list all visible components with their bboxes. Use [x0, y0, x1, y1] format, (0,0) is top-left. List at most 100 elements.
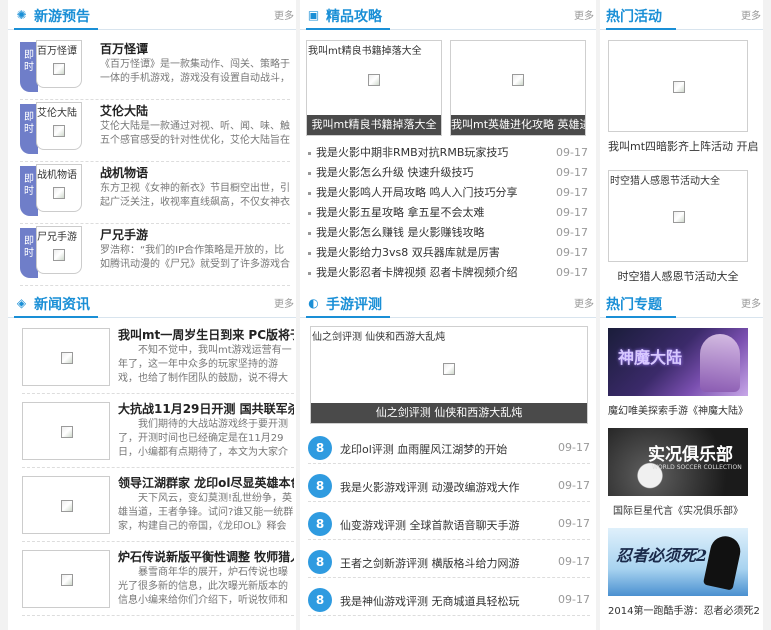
review-link[interactable]: 王者之剑新游评测 横版格斗给力网游	[340, 555, 520, 571]
review-row[interactable]: 8 仙变游戏评测 全球首款语音聊天手游 09-17	[308, 510, 590, 540]
review-link[interactable]: 我是神仙游戏评测 无商城道具轻松玩	[340, 593, 520, 609]
news-title[interactable]: 领导江湖群家 龙印ol尽显英雄本色	[118, 474, 294, 491]
activities-header: 热门活动 更多	[600, 0, 763, 30]
game-title[interactable]: 艾伦大陆	[100, 102, 148, 119]
more-link[interactable]: 更多	[274, 7, 294, 22]
more-link[interactable]: 更多	[574, 295, 594, 310]
game-thumbnail[interactable]: 百万怪谭	[36, 40, 82, 88]
title-underline	[14, 28, 98, 30]
list-item[interactable]: 大抗战11月29日开测 国共联军杀鬼 我们期待的大战站游戏终于要开测了，开测时间…	[22, 398, 294, 468]
guide-row[interactable]: 我是火影怎么升级 快速升级技巧 09-17	[308, 163, 588, 183]
news-thumbnail[interactable]	[22, 402, 110, 460]
guide-link[interactable]: 我是火影怎么升级 快速升级技巧	[316, 163, 474, 183]
review-link[interactable]: 我是火影游戏评测 动漫改编游戏大作	[340, 479, 520, 495]
reviews-section: ◐ 手游评测 更多	[300, 288, 596, 318]
topic-card[interactable]: 忍者必须死2 2014第一跑酷手游：忍者必须死2	[608, 528, 760, 617]
activity-image[interactable]	[608, 40, 748, 132]
news-title[interactable]: 我叫mt一周岁生日到来 PC版将于12	[118, 326, 294, 343]
news-thumbnail[interactable]	[22, 476, 110, 534]
list-item[interactable]: 即时 战机物语 战机物语 东方卫视《女神的新衣》节目橱空出世，引起广泛关注，收视…	[20, 162, 290, 224]
news-description: 天下风云，变幻莫测!乱世纷争，英雄当道，王者争锋。试问?谁又能一统群家，构建自己…	[118, 493, 294, 532]
review-row[interactable]: 8 龙印ol评测 血雨腥风江湖梦的开始 09-17	[308, 434, 590, 464]
banner-title: 实况俱乐部	[648, 445, 733, 464]
broken-image-icon	[443, 363, 455, 375]
sun-icon: ✺	[16, 8, 27, 22]
topic-banner[interactable]: 神魔大陆	[608, 328, 748, 396]
topic-caption[interactable]: 2014第一跑酷手游：忍者必须死2	[608, 602, 760, 617]
score-badge-icon: 8	[308, 550, 332, 574]
ninja-art	[702, 533, 744, 591]
left-column: ✺ 新游预告 更多 即时 百万怪谭 百万怪谭 《百万怪谭》是一款集动作、闯关、策…	[8, 0, 296, 630]
more-link[interactable]: 更多	[574, 7, 594, 22]
review-row[interactable]: 8 王者之剑新游评测 横版格斗给力网游 09-17	[308, 548, 590, 578]
activity-caption[interactable]: 时空猎人感恩节活动大全	[608, 268, 748, 284]
featured-guide-card[interactable]: 我叫mt英雄进化攻略 英雄进化详	[450, 40, 586, 136]
guide-link[interactable]: 我是火影中期非RMB对抗RMB玩家技巧	[316, 143, 508, 163]
game-description: 罗浩称：“我们的IP合作策略是开放的，比如腾讯动漫的《尸兄》就受到了许多游戏合	[100, 245, 290, 270]
game-title[interactable]: 百万怪谭	[100, 40, 148, 57]
section-title: 新游预告	[34, 9, 90, 25]
news-title[interactable]: 炉石传说新版平衡性调整 牧师猎人遭	[118, 548, 294, 565]
activities-section: 热门活动 更多	[600, 0, 763, 30]
guides-header: ▣ 精品攻略 更多	[300, 0, 596, 30]
game-thumbnail[interactable]: 战机物语	[36, 164, 82, 212]
card-caption: 我叫mt精良书籍掉落大全	[307, 115, 441, 135]
card-caption: 仙之剑评测 仙侠和西游大乱炖	[311, 403, 587, 423]
gamepad-icon: ◐	[308, 296, 319, 310]
topic-banner[interactable]: 忍者必须死2	[608, 528, 748, 596]
featured-review-card[interactable]: 仙之剑评测 仙侠和西游大乱炖 仙之剑评测 仙侠和西游大乱炖	[310, 326, 588, 424]
date: 09-17	[556, 226, 588, 239]
activity-card[interactable]: 时空猎人感恩节活动大全 时空猎人感恩节活动大全	[608, 170, 748, 284]
title-underline	[14, 316, 98, 318]
broken-image-icon	[53, 125, 65, 137]
guide-row[interactable]: 我是火影忍者卡牌视频 忍者卡牌视频介绍 09-17	[308, 263, 588, 283]
guide-link[interactable]: 我是火影鸣人开局攻略 鸣人入门技巧分享	[316, 183, 518, 203]
activity-card[interactable]: 我叫mt四暗影齐上阵活动 开启	[608, 40, 759, 154]
new-games-section: ✺ 新游预告 更多	[8, 0, 296, 30]
list-item[interactable]: 领导江湖群家 龙印ol尽显英雄本色 天下风云，变幻莫测!乱世纷争，英雄当道，王者…	[22, 472, 294, 542]
game-description: 东方卫视《女神的新衣》节目橱空出世，引起广泛关注，收视率直线飙高，不仅女神衣	[100, 183, 290, 208]
news-thumbnail[interactable]	[22, 550, 110, 608]
review-row[interactable]: 8 我是火影游戏评测 动漫改编游戏大作 09-17	[308, 472, 590, 502]
score-badge-icon: 8	[308, 512, 332, 536]
topic-card[interactable]: 神魔大陆 魔幻唯美探索手游《神魔大陆》	[608, 328, 748, 417]
broken-image-icon	[53, 187, 65, 199]
topic-caption[interactable]: 国际巨星代言《实况俱乐部》	[608, 502, 748, 517]
guide-link[interactable]: 我是火影给力3vs8 双兵器库就是厉害	[316, 243, 500, 263]
news-header: ◈ 新闻资讯 更多	[8, 288, 296, 318]
topic-banner[interactable]: 实况俱乐部 WORLD SOCCER COLLECTION	[608, 428, 748, 496]
middle-column: ▣ 精品攻略 更多 我叫mt精良书籍掉落大全 我叫mt精良书籍掉落大全 我叫mt…	[300, 0, 596, 630]
more-link[interactable]: 更多	[741, 7, 761, 22]
guide-row[interactable]: 我是火影中期非RMB对抗RMB玩家技巧 09-17	[308, 143, 588, 163]
guide-link[interactable]: 我是火影忍者卡牌视频 忍者卡牌视频介绍	[316, 263, 518, 283]
guide-row[interactable]: 我是火影五星攻略 拿五星不会太难 09-17	[308, 203, 588, 223]
guide-row[interactable]: 我是火影鸣人开局攻略 鸣人入门技巧分享 09-17	[308, 183, 588, 203]
game-title[interactable]: 战机物语	[100, 164, 148, 181]
list-item[interactable]: 即时 尸兄手游 尸兄手游 罗浩称：“我们的IP合作策略是开放的，比如腾讯动漫的《…	[20, 224, 290, 286]
news-title[interactable]: 大抗战11月29日开测 国共联军杀鬼	[118, 400, 294, 417]
review-link[interactable]: 仙变游戏评测 全球首款语音聊天手游	[340, 517, 520, 533]
guide-link[interactable]: 我是火影五星攻略 拿五星不会太难	[316, 203, 485, 223]
review-link[interactable]: 龙印ol评测 血雨腥风江湖梦的开始	[340, 441, 507, 457]
topic-caption[interactable]: 魔幻唯美探索手游《神魔大陆》	[608, 402, 748, 417]
list-item[interactable]: 即时 艾伦大陆 艾伦大陆 艾伦大陆是一款通过对视、听、闻、味、触五个感官感受的针…	[20, 100, 290, 162]
featured-guide-card[interactable]: 我叫mt精良书籍掉落大全 我叫mt精良书籍掉落大全	[306, 40, 442, 136]
review-row[interactable]: 8 我是神仙游戏评测 无商城道具轻松玩 09-17	[308, 586, 590, 616]
activity-image[interactable]: 时空猎人感恩节活动大全	[608, 170, 748, 262]
topic-card[interactable]: 实况俱乐部 WORLD SOCCER COLLECTION 国际巨星代言《实况俱…	[608, 428, 748, 517]
guide-link[interactable]: 我是火影怎么赚钱 是火影赚钱攻略	[316, 223, 485, 243]
list-item[interactable]: 炉石传说新版平衡性调整 牧师猎人遭 暴雪商年华的展开，炉石传说也曝光了很多新的信…	[22, 546, 294, 616]
game-thumbnail[interactable]: 尸兄手游	[36, 226, 82, 274]
list-item[interactable]: 我叫mt一周岁生日到来 PC版将于12 不知不觉中，我叫mt游戏运营有一年了，这…	[22, 324, 294, 394]
list-item[interactable]: 即时 百万怪谭 百万怪谭 《百万怪谭》是一款集动作、闯关、策略于一体的手机游戏，…	[20, 38, 290, 100]
guide-row[interactable]: 我是火影给力3vs8 双兵器库就是厉害 09-17	[308, 243, 588, 263]
activity-caption[interactable]: 我叫mt四暗影齐上阵活动 开启	[608, 138, 759, 154]
more-link[interactable]: 更多	[274, 295, 294, 310]
game-title[interactable]: 尸兄手游	[100, 226, 148, 243]
game-description: 艾伦大陆是一款通过对视、听、闻、味、触五个感官感受的针对性优化，艾伦大陆旨在	[100, 121, 290, 146]
game-thumbnail[interactable]: 艾伦大陆	[36, 102, 82, 150]
guide-row[interactable]: 我是火影怎么赚钱 是火影赚钱攻略 09-17	[308, 223, 588, 243]
news-thumbnail[interactable]	[22, 328, 110, 386]
banner-title: 神魔大陆	[618, 348, 683, 367]
more-link[interactable]: 更多	[741, 295, 761, 310]
